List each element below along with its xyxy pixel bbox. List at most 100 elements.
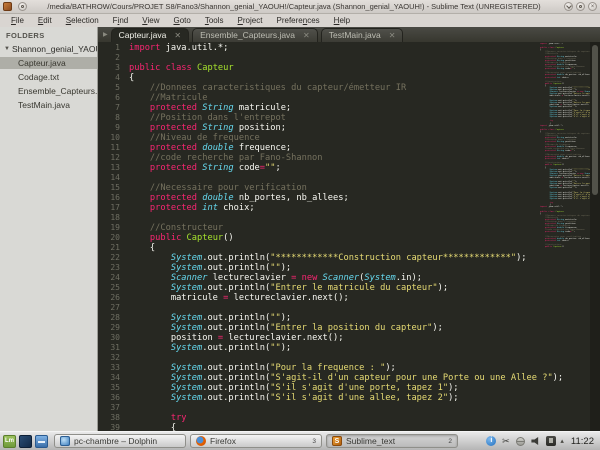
menu-find[interactable]: Find — [106, 14, 136, 27]
code-line-16[interactable]: 16 protected double nb_portes, nb_allees… — [98, 193, 540, 203]
taskbar-button-dolphin[interactable]: pc-chambre – Dolphin — [54, 434, 186, 448]
sidebar-item-codage-txt[interactable]: Codage.txt — [0, 71, 97, 83]
code-line-26[interactable]: 26 matricule = lectureclavier.next(); — [98, 293, 540, 303]
code-line-4[interactable]: 4{ — [98, 73, 540, 83]
places-button[interactable] — [35, 435, 48, 448]
tab-capteur-java[interactable]: Capteur.java✕ — [111, 28, 189, 42]
code-token: System — [129, 393, 202, 403]
code-token: ); — [516, 253, 526, 263]
code-token: protected — [540, 68, 557, 70]
code-line-20[interactable]: 20 public Capteur() — [98, 233, 540, 243]
code-line-28[interactable]: 28 System.out.println(""); — [98, 313, 540, 323]
taskbar-button-sublime[interactable]: SSublime_text2 — [326, 434, 458, 448]
minimize-button[interactable] — [564, 2, 573, 11]
menu-help[interactable]: Help — [327, 14, 357, 27]
line-number: 35 — [98, 383, 120, 393]
code-line-34[interactable]: 34 System.out.println("S'agit-il d'un ca… — [98, 373, 540, 383]
code-token: System — [540, 187, 557, 189]
tab-close-icon[interactable]: ✕ — [174, 32, 181, 40]
code-line-22[interactable]: 22 System.out.println("************Const… — [98, 253, 540, 263]
scrollbar-thumb[interactable] — [592, 45, 598, 195]
code-line-text: import java.util.*; — [129, 43, 228, 53]
volume-icon[interactable] — [530, 436, 541, 447]
tray-expander-icon[interactable]: ▴ — [560, 437, 564, 445]
clipboard-icon[interactable]: ✂ — [500, 436, 511, 447]
code-token: .out.println( — [202, 343, 270, 353]
code-line-19[interactable]: 19 //Constructeur — [98, 223, 540, 233]
window-menu-button[interactable] — [18, 2, 27, 11]
code-line-13[interactable]: 13 protected String code=""; — [98, 163, 540, 173]
sidebar-item-capteur-java[interactable]: Capteur.java — [0, 57, 97, 69]
menu-tools[interactable]: Tools — [198, 14, 231, 27]
code-line-32[interactable]: 32 — [98, 353, 540, 363]
code-token: Capteur — [187, 233, 224, 243]
tab-overflow-icon[interactable]: ▶ — [100, 31, 111, 38]
notifier-icon[interactable]: i — [486, 436, 496, 446]
mint-menu-button[interactable]: Lm — [3, 435, 16, 448]
code-line-8[interactable]: 8 //Position dans l'entrepot — [98, 113, 540, 123]
code-line-33[interactable]: 33 System.out.println("Pour la frequence… — [98, 363, 540, 373]
vertical-scrollbar[interactable] — [590, 42, 600, 432]
code-line-21[interactable]: 21 { — [98, 243, 540, 253]
device-notifier-icon[interactable] — [545, 436, 556, 447]
code-token: System — [129, 383, 202, 393]
tab-close-icon[interactable]: ✕ — [389, 32, 396, 40]
code-line-text: System.out.println(""); — [129, 263, 291, 273]
code-editor[interactable]: 1import java.util.*;23public class Capte… — [98, 42, 540, 432]
code-line-38[interactable]: 38 try — [98, 413, 540, 423]
code-token: Scanner — [129, 273, 207, 283]
close-button[interactable]: × — [588, 2, 597, 11]
code-line-2[interactable]: 2 — [98, 53, 540, 63]
taskbar-button-firefox[interactable]: Firefox3 — [190, 434, 322, 448]
code-token: try — [129, 413, 187, 423]
code-line-9[interactable]: 9 protected String position; — [98, 123, 540, 133]
tab-close-icon[interactable]: ✕ — [303, 32, 310, 40]
code-line-35[interactable]: 35 System.out.println("S'il s'agit d'une… — [98, 383, 540, 393]
show-desktop-button[interactable] — [19, 435, 32, 448]
code-line-14[interactable]: 14 — [98, 173, 540, 183]
code-line-30[interactable]: 30 position = lectureclavier.next(); — [98, 333, 540, 343]
code-line-24[interactable]: 24 Scanner lectureclavier = new Scanner(… — [98, 273, 540, 283]
code-line-17[interactable]: 17 protected int choix; — [98, 203, 540, 213]
minimap-line: System.out.println("S'il s'agit d'une al… — [540, 198, 590, 200]
code-line-10[interactable]: 10 //Niveau de frequence — [98, 133, 540, 143]
code-line-25[interactable]: 25 System.out.println("Entrer le matricu… — [98, 283, 540, 293]
code-line-3[interactable]: 3public class Capteur — [98, 63, 540, 73]
code-line-31[interactable]: 31 System.out.println(""); — [98, 343, 540, 353]
code-line-27[interactable]: 27 — [98, 303, 540, 313]
code-line-6[interactable]: 6 //Matricule — [98, 93, 540, 103]
menu-project[interactable]: Project — [231, 14, 270, 27]
tab-ensemble-capteurs-java[interactable]: Ensemble_Capteurs.java✕ — [192, 28, 318, 42]
code-line-23[interactable]: 23 System.out.println(""); — [98, 263, 540, 273]
code-line-15[interactable]: 15 //Necessaire pour verification — [98, 183, 540, 193]
sidebar-item-ensemble-capteurs-java[interactable]: Ensemble_Capteurs.java — [0, 85, 97, 97]
code-line-37[interactable]: 37 — [98, 403, 540, 413]
minimap[interactable]: import java.util.*;public class Capteur{… — [540, 43, 590, 432]
code-line-5[interactable]: 5 //Donnees caracteristiques du capteur/… — [98, 83, 540, 93]
code-line-7[interactable]: 7 protected String matricule; — [98, 103, 540, 113]
network-icon[interactable] — [515, 436, 526, 447]
code-line-1[interactable]: 1import java.util.*; — [98, 43, 540, 53]
clock[interactable]: 11:22 — [571, 436, 594, 447]
menu-view[interactable]: View — [135, 14, 166, 27]
code-line-text: Scanner lectureclavier = new Scanner(Sys… — [129, 273, 422, 283]
code-line-18[interactable]: 18 — [98, 213, 540, 223]
title-bar[interactable]: /media/BATHROW/Cours/PROJET S8/Fano3/Sha… — [0, 0, 600, 14]
menu-selection[interactable]: Selection — [59, 14, 106, 27]
menu-file[interactable]: File — [4, 14, 31, 27]
sidebar-item-testmain-java[interactable]: TestMain.java — [0, 99, 97, 111]
sidebar-root-folder[interactable]: ▼ Shannon_genial_YAOUH! — [0, 43, 97, 55]
menu-preferences[interactable]: Preferences — [269, 14, 326, 27]
code-line-12[interactable]: 12 //code recherche par Fano-Shannon — [98, 153, 540, 163]
tab-testmain-java[interactable]: TestMain.java✕ — [321, 28, 404, 42]
menu-edit[interactable]: Edit — [31, 14, 59, 27]
minimap-line: matricule = lectureclavier.next(); — [540, 95, 590, 97]
code-line-11[interactable]: 11 protected double frequence; — [98, 143, 540, 153]
maximize-button[interactable] — [576, 2, 585, 11]
code-line-text: //Position dans l'entrepot — [129, 113, 286, 123]
code-token: public — [540, 246, 553, 248]
menu-goto[interactable]: Goto — [166, 14, 197, 27]
code-line-36[interactable]: 36 System.out.println("S'il s'agit d'une… — [98, 393, 540, 403]
tab-bar: ▶ Capteur.java✕Ensemble_Capteurs.java✕Te… — [98, 27, 600, 42]
code-line-29[interactable]: 29 System.out.println("Entrer la positio… — [98, 323, 540, 333]
